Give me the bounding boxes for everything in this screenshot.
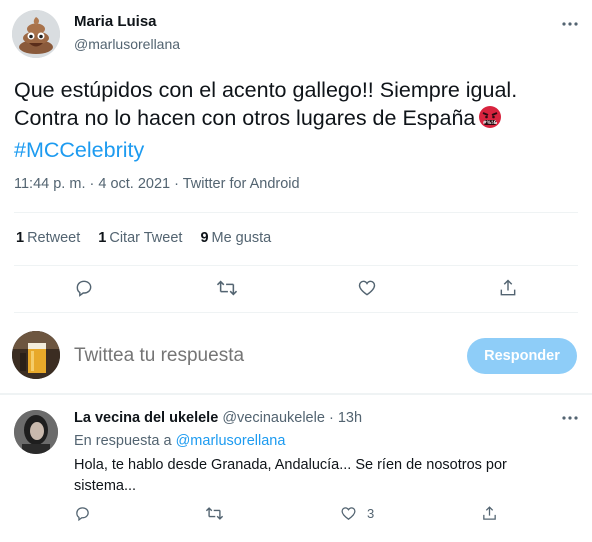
- beer-avatar-icon: [12, 331, 60, 379]
- retweet-icon: [205, 507, 224, 520]
- like-icon: [341, 507, 356, 520]
- reply-submit-button[interactable]: Responder: [467, 338, 577, 374]
- tweet-meta[interactable]: 11:44 p. m. · 4 oct. 2021 · Twitter for …: [14, 176, 300, 192]
- like-icon: [358, 280, 376, 296]
- reply-header: La vecina del ukelele @vecinaukelele · 1…: [74, 410, 362, 426]
- reply-input[interactable]: [74, 344, 444, 368]
- author-avatar[interactable]: [12, 10, 60, 58]
- author-handle[interactable]: @marlusorellana: [74, 36, 180, 52]
- reply-author-name[interactable]: La vecina del ukelele: [74, 410, 218, 426]
- reply-button[interactable]: [67, 271, 101, 305]
- tweet-text-line-2-text: Contra no lo hacen con otros lugares de …: [14, 106, 476, 130]
- svg-text:#%!&: #%!&: [483, 120, 498, 126]
- tweet-text-line-2: Contra no lo hacen con otros lugares de …: [14, 104, 580, 136]
- tweet-stats: 1 Retweet 1 Citar Tweet 9 Me gusta: [16, 230, 271, 246]
- reply-separator: ·: [328, 410, 334, 426]
- divider: [0, 393, 592, 395]
- share-icon: [483, 506, 496, 520]
- divider: [14, 212, 578, 213]
- angry-emoji-icon: #%!&: [478, 105, 502, 136]
- hashtag-link[interactable]: #MCCelebrity: [14, 136, 580, 164]
- author-name[interactable]: Maria Luisa: [74, 13, 157, 30]
- reply-like-button[interactable]: 3: [340, 505, 374, 522]
- replying-to-mention[interactable]: @marlusorellana: [176, 433, 286, 449]
- replying-to: En respuesta a @marlusorellana: [74, 433, 285, 449]
- retweets-stat[interactable]: 1 Retweet: [16, 230, 80, 246]
- more-icon: [562, 416, 578, 420]
- share-icon: [500, 279, 516, 296]
- reply-author-handle[interactable]: @vecinaukelele: [222, 410, 325, 426]
- tweet-text: Que estúpidos con el acento gallego!! Si…: [14, 76, 580, 164]
- retweets-count: 1: [16, 230, 25, 246]
- reply-like-count: 3: [367, 506, 375, 521]
- reply-author-avatar[interactable]: [14, 410, 58, 454]
- quotes-label: Citar Tweet: [109, 230, 183, 246]
- more-options-button[interactable]: [558, 12, 582, 36]
- quotes-count: 1: [98, 230, 107, 246]
- reply-share-button[interactable]: [481, 505, 498, 522]
- reply-avatar-photo-icon: [14, 410, 58, 454]
- reply-timestamp[interactable]: 13h: [338, 410, 362, 426]
- current-user-avatar[interactable]: [12, 331, 60, 379]
- likes-label: Me gusta: [211, 230, 272, 246]
- retweet-icon: [216, 280, 238, 296]
- likes-stat[interactable]: 9 Me gusta: [200, 230, 271, 246]
- reply-more-options-button[interactable]: [558, 406, 582, 430]
- reply-text: Hola, te hablo desde Granada, Andalucía.…: [74, 457, 507, 494]
- reply-icon: [76, 507, 89, 522]
- poop-emoji-avatar-icon: [12, 10, 60, 58]
- quotes-stat[interactable]: 1 Citar Tweet: [98, 230, 182, 246]
- divider: [14, 312, 578, 313]
- tweet-text-line-1: Que estúpidos con el acento gallego!! Si…: [14, 78, 518, 102]
- divider: [14, 265, 578, 266]
- retweet-button[interactable]: [210, 271, 244, 305]
- reply-retweet-button[interactable]: [205, 505, 224, 522]
- likes-count: 9: [200, 230, 209, 246]
- reply-icon: [76, 280, 92, 297]
- more-icon: [562, 22, 578, 26]
- replying-to-label: En respuesta a: [74, 433, 172, 449]
- retweets-label: Retweet: [27, 230, 81, 246]
- like-button[interactable]: [350, 271, 384, 305]
- reply-reply-button[interactable]: [74, 505, 91, 522]
- share-button[interactable]: [491, 271, 525, 305]
